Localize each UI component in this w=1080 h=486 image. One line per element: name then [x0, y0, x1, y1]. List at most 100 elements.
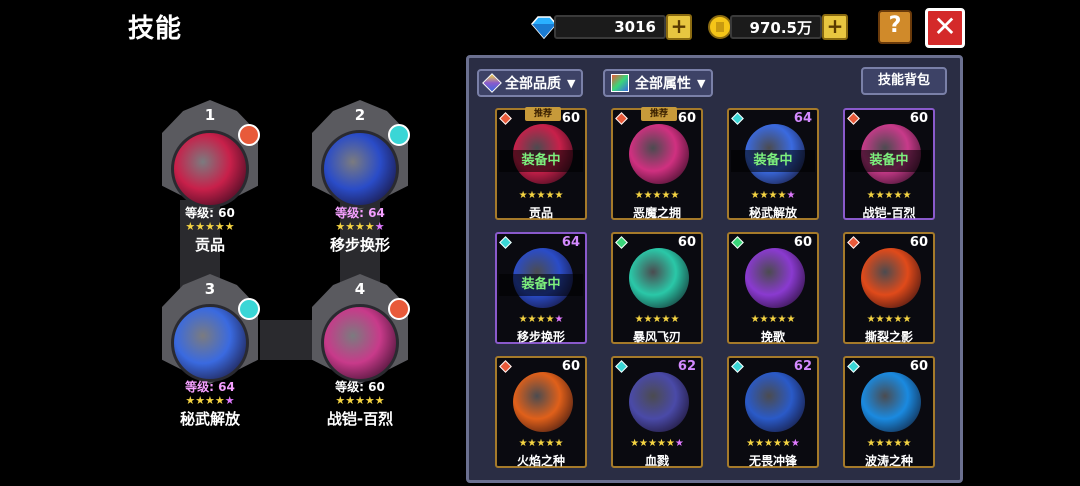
star-icons: ★★★★★: [630, 438, 675, 449]
pink-star-icon: ★: [554, 314, 564, 325]
add-gems-button[interactable]: +: [666, 14, 692, 40]
star-icons: ★★★★★: [866, 314, 912, 325]
card-level: 60: [909, 359, 928, 374]
skill-grid: 60 装备中 推荐 ★★★★★ 贡品 60 推荐 ★★★★★ 恶魔之拥 64 装备中 ★…: [471, 104, 958, 478]
slot-number: 3: [204, 280, 216, 298]
card-skill-name: 火焰之种: [516, 454, 565, 468]
card-skill-name: 贡品: [528, 206, 553, 220]
equipped-slot-3[interactable]: 3 等级: 64 ★★★★★ 秘武解放: [150, 274, 270, 428]
gem-amount: 3016: [554, 15, 666, 39]
attribute-filter-dropdown[interactable]: 全部属性 ▼: [603, 69, 714, 97]
skill-card[interactable]: 64 装备中 ★★★★★ 秘武解放: [727, 108, 819, 220]
skill-card[interactable]: 64 装备中 ★★★★★ 移步换形: [495, 232, 587, 344]
equipped-badge: 装备中: [499, 150, 583, 172]
card-level: 60: [561, 111, 580, 126]
skill-bag-button[interactable]: 技能背包: [861, 67, 947, 95]
element-gem-icon: [615, 236, 628, 249]
skill-card[interactable]: 60 ★★★★★ 撕裂之影: [843, 232, 935, 344]
star-icons: ★★★★★: [335, 394, 385, 407]
equipped-slot-4[interactable]: 4 等级: 60 ★★★★★ 战铠-百烈: [300, 274, 420, 428]
star-icons: ★★★★★: [185, 220, 235, 233]
element-gem-icon: [615, 112, 628, 125]
close-button[interactable]: ✕: [925, 8, 965, 48]
card-level: 62: [677, 359, 696, 374]
element-gem-icon: [847, 112, 860, 125]
star-icons: ★★★★: [335, 220, 375, 233]
skill-orb-icon: [321, 130, 399, 208]
card-level: 60: [909, 235, 928, 250]
element-gem-icon: [615, 360, 628, 373]
gem-counter: 3016 +: [530, 14, 692, 40]
skill-orb-icon: [321, 304, 399, 382]
card-skill-name: 暴风飞刃: [632, 330, 681, 344]
star-icons: ★★★★★: [746, 438, 791, 449]
card-skill-name: 血戮: [644, 454, 669, 468]
card-skill-name: 挽歌: [760, 330, 785, 344]
card-level: 64: [793, 111, 812, 126]
card-skill-name: 恶魔之拥: [632, 206, 681, 220]
star-rating: ★★★★★: [497, 438, 585, 449]
star-icons: ★★★★★: [866, 190, 912, 201]
skill-card[interactable]: 62 ★★★★★★ 无畏冲锋: [727, 356, 819, 468]
card-skill-name: 撕裂之影: [864, 330, 913, 344]
skill-orb-icon: [629, 248, 689, 308]
attribute-icon: [611, 74, 629, 92]
skill-card[interactable]: 62 ★★★★★★ 血戮: [611, 356, 703, 468]
skill-inventory-panel: 全部品质 ▼ 全部属性 ▼ 技能背包 60 装备中 推荐 ★★★★★ 贡品 60 推…: [466, 55, 963, 483]
add-gold-button[interactable]: +: [822, 14, 848, 40]
element-gem-icon: [499, 236, 512, 249]
quality-icon: [482, 73, 502, 93]
skill-card[interactable]: 60 ★★★★★ 波涛之种: [843, 356, 935, 468]
card-skill-name: 波涛之种: [864, 454, 913, 468]
element-gem-icon: [731, 112, 744, 125]
skill-card[interactable]: 60 推荐 ★★★★★ 恶魔之拥: [611, 107, 703, 220]
star-icons: ★★★★★: [750, 314, 796, 325]
pink-star-icon: ★: [674, 438, 684, 449]
slot-level: 等级: 60: [335, 380, 385, 394]
pink-star-icon: ★: [790, 438, 800, 449]
skill-orb-icon: [513, 372, 573, 432]
equipped-badge: 装备中: [499, 274, 583, 296]
skill-card[interactable]: 60 ★★★★★ 挽歌: [727, 232, 819, 344]
skill-card[interactable]: 60 装备中 推荐 ★★★★★ 贡品: [495, 107, 587, 220]
slot-level: 等级: 60: [185, 206, 235, 220]
card-level: 60: [677, 235, 696, 250]
skill-orb-icon: [171, 130, 249, 208]
element-icon: [388, 298, 410, 320]
star-rating: ★★★★★: [300, 220, 420, 233]
element-icon: [238, 298, 260, 320]
skill-orb-icon: [861, 372, 921, 432]
gold-amount: 970.5万: [730, 15, 822, 39]
element-gem-icon: [847, 236, 860, 249]
element-gem-icon: [731, 360, 744, 373]
equipped-slot-1[interactable]: 1 等级: 60 ★★★★★ 贡品: [150, 100, 270, 254]
skill-card[interactable]: 60 装备中 ★★★★★ 战铠-百烈: [843, 108, 935, 220]
slot-level: 等级: 64: [185, 380, 235, 394]
star-rating: ★★★★★: [729, 190, 817, 201]
star-rating: ★★★★★: [845, 190, 933, 201]
star-rating: ★★★★★: [150, 220, 270, 233]
element-gem-icon: [499, 112, 512, 125]
star-icons: ★★★★★: [634, 314, 680, 325]
slot-number: 2: [354, 106, 366, 124]
gold-counter: 970.5万 +: [706, 14, 848, 40]
recommended-tag: 推荐: [525, 107, 561, 121]
slot-skill-name: 贡品: [194, 236, 225, 254]
pink-star-icon: ★: [224, 394, 235, 407]
slot-skill-name: 移步换形: [329, 236, 390, 254]
card-skill-name: 战铠-百烈: [862, 206, 916, 220]
star-rating: ★★★★★: [729, 314, 817, 325]
skill-orb-icon: [629, 372, 689, 432]
slot-number: 4: [354, 280, 366, 298]
help-button[interactable]: ?: [878, 10, 912, 44]
skill-orb-icon: [861, 248, 921, 308]
quality-filter-dropdown[interactable]: 全部品质 ▼: [477, 69, 584, 97]
star-rating: ★★★★★: [613, 190, 701, 201]
pink-star-icon: ★: [374, 220, 385, 233]
star-rating: ★★★★★: [845, 314, 933, 325]
page-title: 技能: [128, 14, 183, 44]
star-rating: ★★★★★: [845, 438, 933, 449]
skill-card[interactable]: 60 ★★★★★ 暴风飞刃: [611, 232, 703, 344]
equipped-slot-2[interactable]: 2 等级: 64 ★★★★★ 移步换形: [300, 100, 420, 254]
skill-card[interactable]: 60 ★★★★★ 火焰之种: [495, 356, 587, 468]
